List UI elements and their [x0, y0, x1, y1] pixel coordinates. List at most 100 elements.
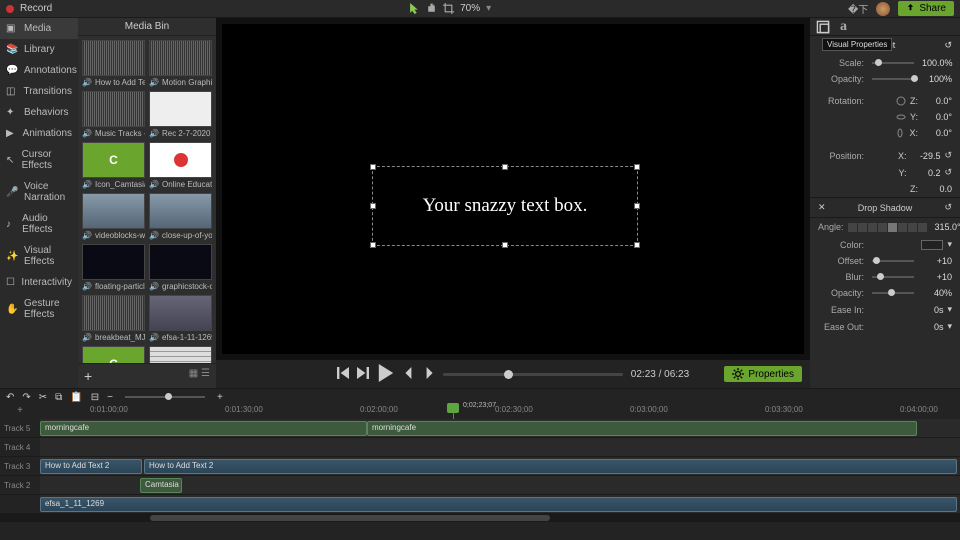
- media-item[interactable]: 🔊Rec 2-7-2020 1: [149, 91, 212, 140]
- track[interactable]: Track 2Camtasia: [0, 476, 960, 495]
- sidebar-item-voice[interactable]: 🎤Voice Narration: [0, 176, 78, 208]
- clip[interactable]: morningcafe: [40, 421, 367, 436]
- track-content[interactable]: Camtasia: [40, 476, 960, 494]
- track[interactable]: Track 3How to Add Text 2How to Add Text …: [0, 457, 960, 476]
- add-media-button[interactable]: +: [84, 368, 92, 384]
- zoom-level[interactable]: 70%: [460, 3, 480, 14]
- clip[interactable]: morningcafe: [367, 421, 917, 436]
- opacity-value[interactable]: 100%: [922, 74, 952, 84]
- scrub-bar[interactable]: [443, 373, 623, 376]
- media-item[interactable]: C🔊Icon_Camtasia...: [82, 142, 145, 191]
- playhead[interactable]: 0;02;23;07: [453, 405, 454, 419]
- text-properties-tab-icon[interactable]: a: [840, 19, 847, 35]
- rotation-z-value[interactable]: 0.0°: [922, 96, 952, 106]
- track-content[interactable]: How to Add Text 2How to Add Text 2: [40, 457, 960, 475]
- media-item[interactable]: C🔊Logo_Hrz_Ca...: [82, 346, 145, 363]
- redo-button[interactable]: ↷: [22, 392, 30, 403]
- sidebar-item-visual[interactable]: ✨Visual Effects: [0, 240, 78, 272]
- dropdown-icon[interactable]: ▾: [947, 321, 952, 332]
- resize-handle[interactable]: [634, 242, 640, 248]
- avatar[interactable]: [876, 2, 890, 16]
- scale-value[interactable]: 100.0%: [922, 58, 952, 68]
- track[interactable]: Track 5morningcafemorningcafe: [0, 419, 960, 438]
- copy-button[interactable]: ⧉: [55, 392, 62, 403]
- timeline-scrollbar[interactable]: [0, 514, 960, 522]
- media-item[interactable]: 🔊Online Educati...: [149, 142, 212, 191]
- shadow-opacity-slider[interactable]: [872, 292, 914, 294]
- blur-slider[interactable]: [872, 276, 914, 278]
- position-x-value[interactable]: -29.5: [910, 151, 940, 161]
- clip[interactable]: efsa_1_11_1269: [40, 497, 957, 512]
- record-button[interactable]: Record: [20, 3, 52, 14]
- clip[interactable]: How to Add Text 2: [144, 459, 957, 474]
- prev-marker-button[interactable]: [403, 367, 415, 382]
- reset-icon[interactable]: ↺: [944, 202, 952, 213]
- add-track-button[interactable]: +: [17, 405, 23, 416]
- timeline-ruler[interactable]: 0;02;23;07 0:01:00;000:01:30;000:02:00;0…: [40, 405, 960, 419]
- position-y-value[interactable]: 0.2: [910, 168, 940, 178]
- dropdown-icon[interactable]: ▾: [947, 304, 952, 315]
- text-callout[interactable]: Your snazzy text box.: [372, 166, 638, 246]
- rotation-y-value[interactable]: 0.0°: [922, 112, 952, 122]
- next-marker-button[interactable]: [423, 367, 435, 382]
- play-button[interactable]: [377, 364, 395, 385]
- easeout-value[interactable]: 0s: [913, 322, 943, 332]
- reset-icon[interactable]: ↺: [944, 40, 952, 51]
- scrollbar-thumb[interactable]: [150, 515, 550, 521]
- axis-icon[interactable]: [896, 112, 906, 122]
- track[interactable]: efsa_1_11_1269: [0, 495, 960, 514]
- media-item[interactable]: 🔊close-up-of-yo...: [149, 193, 212, 242]
- track-content[interactable]: morningcafemorningcafe: [40, 419, 960, 437]
- position-z-value[interactable]: 0.0: [922, 184, 952, 194]
- sidebar-item-interact[interactable]: ☐Interactivity: [0, 272, 78, 293]
- scale-slider[interactable]: [872, 62, 914, 64]
- sidebar-item-library[interactable]: 📚Library: [0, 39, 78, 60]
- split-button[interactable]: ⊟: [91, 392, 99, 403]
- grid-view-icon[interactable]: ▦: [189, 368, 198, 379]
- canvas-stage[interactable]: Your snazzy text box.: [222, 24, 804, 354]
- properties-button[interactable]: Properties: [724, 366, 802, 382]
- color-picker[interactable]: [921, 240, 943, 250]
- resize-handle[interactable]: [370, 164, 376, 170]
- sidebar-item-media[interactable]: ▣Media: [0, 18, 78, 39]
- opacity-slider[interactable]: [872, 78, 914, 80]
- resize-handle[interactable]: [370, 203, 376, 209]
- cut-button[interactable]: ✂: [39, 392, 47, 403]
- angle-value[interactable]: 315.0°: [935, 222, 960, 232]
- media-item[interactable]: 🔊efsa-1-11-1269: [149, 295, 212, 344]
- zoom-out-button[interactable]: −: [107, 392, 113, 403]
- scrub-handle[interactable]: [504, 370, 513, 379]
- resize-handle[interactable]: [370, 242, 376, 248]
- blur-value[interactable]: +10: [922, 272, 952, 282]
- resize-handle[interactable]: [502, 164, 508, 170]
- share-button[interactable]: Share: [898, 1, 954, 16]
- sidebar-item-behav[interactable]: ✦Behaviors: [0, 102, 78, 123]
- sidebar-item-anim[interactable]: ▶Animations: [0, 123, 78, 144]
- hand-tool-icon[interactable]: [426, 3, 437, 14]
- track-content[interactable]: efsa_1_11_1269: [40, 495, 960, 513]
- zoom-dropdown-icon[interactable]: ▾: [486, 3, 491, 14]
- resize-handle[interactable]: [634, 164, 640, 170]
- sidebar-item-audio[interactable]: ♪Audio Effects: [0, 208, 78, 240]
- rotation-dial-icon[interactable]: [896, 96, 906, 106]
- crop-tool-icon[interactable]: [443, 3, 454, 14]
- download-icon[interactable]: �下: [848, 1, 868, 16]
- cursor-tool-icon[interactable]: [409, 3, 420, 14]
- rotation-x-value[interactable]: 0.0°: [922, 128, 952, 138]
- shadow-opacity-value[interactable]: 40%: [922, 288, 952, 298]
- reset-icon[interactable]: ↺: [944, 167, 952, 178]
- track-content[interactable]: [40, 438, 960, 456]
- angle-picker[interactable]: [848, 223, 927, 232]
- dropdown-icon[interactable]: ▾: [947, 239, 952, 250]
- undo-button[interactable]: ↶: [6, 392, 14, 403]
- prev-frame-button[interactable]: [337, 367, 349, 382]
- media-bin-grid[interactable]: 🔊How to Add Te...🔊Motion Graphi...🔊Music…: [78, 36, 216, 363]
- zoom-in-button[interactable]: +: [217, 392, 223, 403]
- sidebar-item-cursor[interactable]: ↖Cursor Effects: [0, 144, 78, 176]
- axis-icon[interactable]: [895, 128, 905, 138]
- clip[interactable]: Camtasia: [140, 478, 182, 493]
- media-item[interactable]: 🔊How to Add Te...: [82, 40, 145, 89]
- media-item[interactable]: 🔊floating-particl...: [82, 244, 145, 293]
- media-item[interactable]: 🔊graphicstock-c...: [149, 244, 212, 293]
- clip[interactable]: How to Add Text 2: [40, 459, 142, 474]
